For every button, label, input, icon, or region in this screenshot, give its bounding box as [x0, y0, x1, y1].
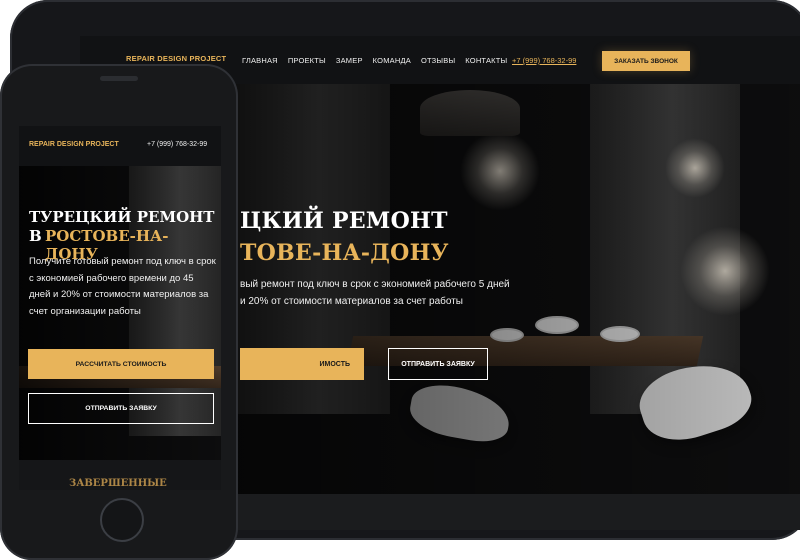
- phone-speaker: [100, 76, 138, 81]
- nav-item-contacts[interactable]: КОНТАКТЫ: [465, 56, 507, 65]
- hero-title-line1: ЦКИЙ РЕМОНТ: [240, 208, 448, 234]
- calculate-cost-button[interactable]: РАССЧИТАТЬ СТОИМОСТЬ: [28, 349, 214, 379]
- phone-number[interactable]: +7 (999) 768-32-99: [147, 141, 207, 148]
- hero-title-line1: ТУРЕЦКИЙ РЕМОНТ: [29, 208, 215, 226]
- phone-header: REPAIR DESIGN PROJECT +7 (999) 768-32-99: [19, 126, 221, 166]
- next-section-title: ЗАВЕРШЕННЫЕ: [69, 478, 167, 489]
- nav-item-projects[interactable]: ПРОЕКТЫ: [288, 56, 326, 65]
- nav-menu: ГЛАВНАЯ ПРОЕКТЫ ЗАМЕР КОМАНДА ОТЗЫВЫ КОН…: [242, 56, 507, 65]
- phone-link[interactable]: +7 (999) 768-32-99: [512, 56, 576, 65]
- nav-item-measure[interactable]: ЗАМЕР: [336, 56, 363, 65]
- hero-description: Получите готовый ремонт под ключ в срок …: [29, 256, 216, 317]
- brand-logo[interactable]: REPAIR DESIGN PROJECT: [29, 141, 119, 148]
- send-request-button[interactable]: ОТПРАВИТЬ ЗАЯВКУ: [28, 393, 214, 424]
- hero-title-line2: ТОВЕ-НА-ДОНУ: [240, 240, 449, 266]
- nav-item-team[interactable]: КОМАНДА: [373, 56, 411, 65]
- home-button[interactable]: [100, 498, 144, 542]
- order-call-button[interactable]: ЗАКАЗАТЬ ЗВОНОК: [602, 51, 690, 71]
- nav-item-home[interactable]: ГЛАВНАЯ: [242, 56, 278, 65]
- send-request-button[interactable]: ОТПРАВИТЬ ЗАЯВКУ: [388, 348, 488, 380]
- brand-logo[interactable]: REPAIR DESIGN PROJECT: [126, 54, 226, 63]
- hero-description: вый ремонт под ключ в срок с экономией р…: [240, 279, 510, 307]
- nav-item-reviews[interactable]: ОТЗЫВЫ: [421, 56, 455, 65]
- hero-title-prefix: В: [29, 227, 42, 245]
- phone-screen: REPAIR DESIGN PROJECT +7 (999) 768-32-99…: [19, 126, 221, 490]
- calculate-cost-button[interactable]: ИМОСТЬ: [240, 348, 364, 380]
